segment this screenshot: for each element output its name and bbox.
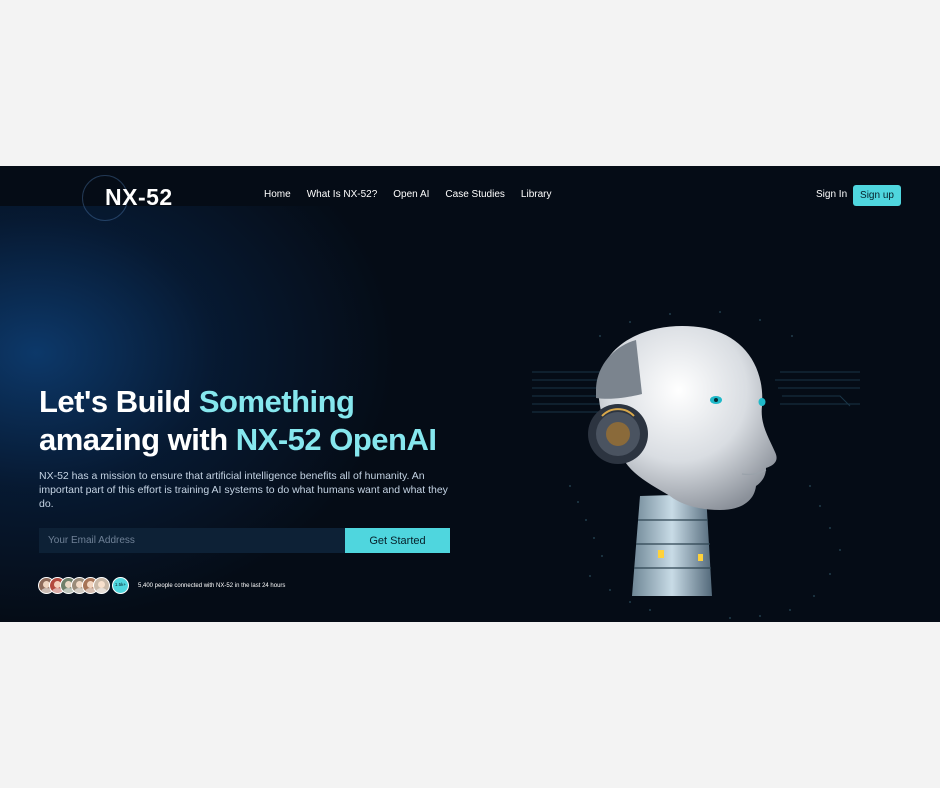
- headline-accent-2: NX-52 OpenAI: [235, 422, 437, 457]
- headline-accent-1: Something: [198, 384, 355, 419]
- nav-link-case-studies[interactable]: Case Studies: [445, 189, 504, 200]
- hero-headline: Let's Build Something amazing with NX-52…: [39, 383, 437, 459]
- get-started-button[interactable]: Get Started: [345, 528, 450, 553]
- nav-link-home[interactable]: Home: [264, 189, 291, 200]
- social-proof-text: 5,400 people connected with NX-52 in the…: [138, 583, 286, 589]
- nav-links: Home What Is NX-52? Open AI Case Studies…: [264, 189, 551, 200]
- brand-logo[interactable]: NX-52: [105, 184, 173, 211]
- avatar-count-badge: 1.5k+: [112, 577, 129, 594]
- nav-link-what-is[interactable]: What Is NX-52?: [307, 189, 378, 200]
- nav-link-open-ai[interactable]: Open AI: [393, 189, 429, 200]
- user-avatar: [93, 577, 110, 594]
- headline-line2: amazing with: [39, 422, 236, 457]
- email-input[interactable]: [39, 528, 345, 553]
- robot-head-illustration: [532, 311, 860, 619]
- nav-link-library[interactable]: Library: [521, 189, 552, 200]
- headline-line1: Let's Build: [39, 384, 199, 419]
- top-nav: NX-52 Home What Is NX-52? Open AI Case S…: [0, 166, 940, 226]
- sign-up-button[interactable]: Sign up: [853, 185, 901, 206]
- sign-in-link[interactable]: Sign In: [816, 189, 847, 200]
- hero-section: NX-52 Home What Is NX-52? Open AI Case S…: [0, 166, 940, 622]
- hero-description: NX-52 has a mission to ensure that artif…: [39, 470, 448, 510]
